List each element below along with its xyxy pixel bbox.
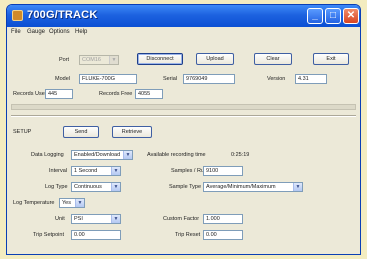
trip-reset-label: Trip Reset [175,232,201,238]
sample-type-label: Sample Type [169,184,202,190]
unit-select[interactable]: PSI ▼ [71,214,121,224]
exit-button[interactable]: Exit [313,53,349,65]
divider [11,115,356,117]
app-icon [12,10,23,21]
custom-factor-label: Custom Factor [163,216,200,222]
menu-bar: File Gauge Options Help [7,27,360,39]
sample-type-select[interactable]: Average/Minimum/Maximum ▼ [203,182,303,192]
chevron-down-icon: ▼ [111,215,120,223]
setup-title: SETUP [13,129,32,135]
available-time-label: Available recording time [147,152,206,158]
sample-type-value: Average/Minimum/Maximum [206,184,276,190]
data-logging-value: Enabled/Download [74,152,121,158]
records-used-label: Records Used [13,91,48,97]
progress-groove [11,104,356,110]
upload-button[interactable]: Upload [196,53,234,65]
samples-run-label: Samples / Run [171,168,208,174]
window-title: 700G/TRACK [27,9,98,21]
maximize-icon[interactable]: □ [325,8,341,24]
log-type-value: Continuous [74,184,102,190]
menu-options[interactable]: Options [49,29,70,35]
interval-label: Interval [49,168,68,174]
unit-value: PSI [74,216,83,222]
custom-factor-field[interactable]: 1.000 [203,214,243,224]
log-temp-select[interactable]: Yes ▼ [59,198,85,208]
retrieve-button[interactable]: Retrieve [112,126,152,138]
trip-setpoint-field[interactable]: 0.00 [71,230,121,240]
records-free-field: 4055 [135,89,163,99]
records-free-label: Records Free [99,91,133,97]
version-field: 4.31 [295,74,327,84]
samples-run-field[interactable]: 9100 [203,166,243,176]
log-temp-value: Yes [62,200,71,206]
records-used-field: 445 [45,89,73,99]
menu-help[interactable]: Help [75,29,87,35]
trip-reset-field[interactable]: 0.00 [203,230,243,240]
data-logging-select[interactable]: Enabled/Download ▼ [71,150,133,160]
version-label: Version [267,76,286,82]
model-label: Model [55,76,70,82]
chevron-down-icon: ▼ [75,199,84,207]
port-select: COM16 ▼ [79,55,119,65]
data-logging-label: Data Logging [31,152,64,158]
app-window: 700G/TRACK _ □ ✕ File Gauge Options Help… [6,4,361,255]
disconnect-button[interactable]: Disconnect [137,53,183,65]
minimize-icon[interactable]: _ [307,8,323,24]
serial-field: 9769049 [183,74,235,84]
clear-button[interactable]: Clear [254,53,292,65]
chevron-down-icon: ▼ [111,167,120,175]
port-value: COM16 [82,57,101,63]
chevron-down-icon: ▼ [111,183,120,191]
menu-file[interactable]: File [11,29,21,35]
chevron-down-icon: ▼ [123,151,132,159]
close-icon[interactable]: ✕ [343,8,359,24]
title-bar[interactable]: 700G/TRACK _ □ ✕ [7,5,360,27]
interval-value: 1 Second [74,168,98,174]
unit-label: Unit [55,216,65,222]
model-field: FLUKE-700G [79,74,137,84]
screenshot-frame: 700G/TRACK _ □ ✕ File Gauge Options Help… [0,0,367,259]
send-button[interactable]: Send [63,126,99,138]
trip-setpoint-label: Trip Setpoint [33,232,64,238]
log-type-label: Log Type [45,184,68,190]
chevron-down-icon: ▼ [293,183,302,191]
interval-select[interactable]: 1 Second ▼ [71,166,121,176]
serial-label: Serial [163,76,178,82]
available-time-value: 0:25:19 [231,152,250,158]
log-type-select[interactable]: Continuous ▼ [71,182,121,192]
log-temp-label: Log Temperature [13,200,55,206]
menu-gauge[interactable]: Gauge [27,29,45,35]
chevron-down-icon: ▼ [109,56,118,64]
port-label: Port [59,57,70,63]
